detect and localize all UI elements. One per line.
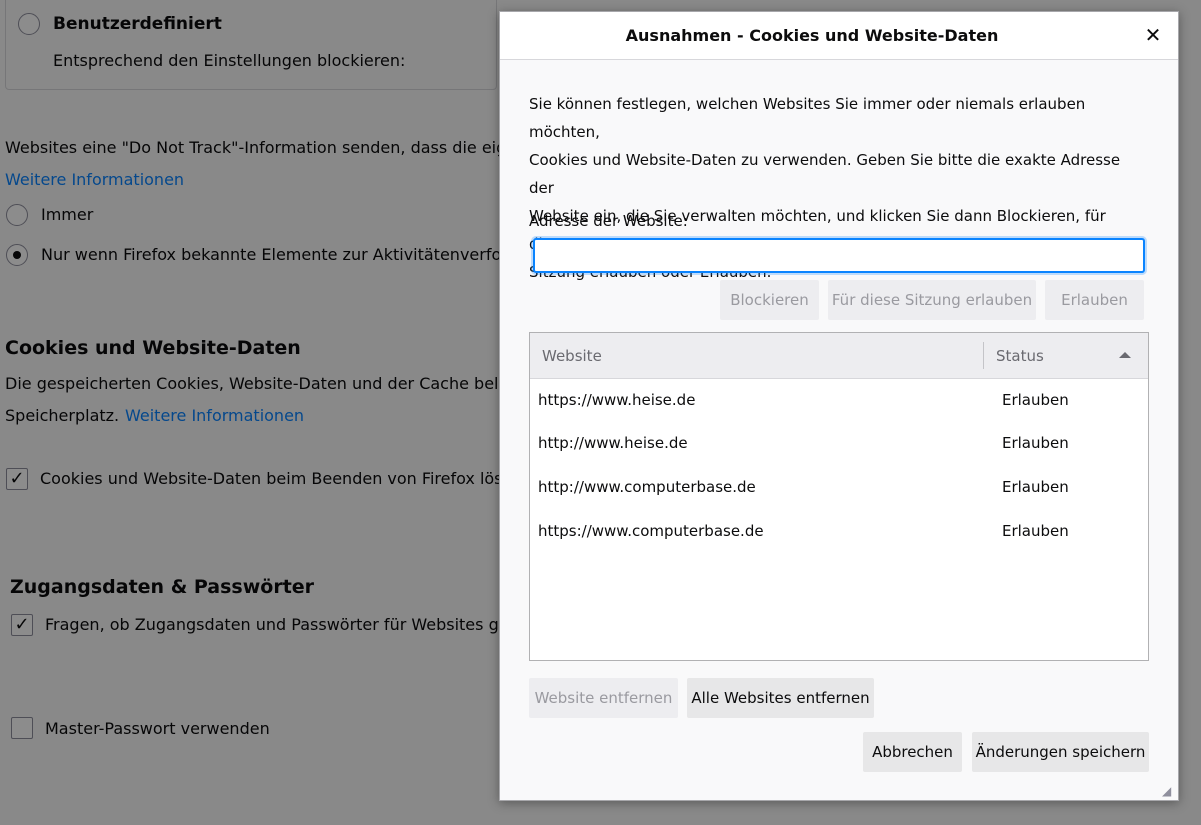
dialog-title: Ausnahmen - Cookies und Website-Daten: [625, 26, 999, 45]
cancel-button[interactable]: Abbrechen: [863, 732, 962, 772]
allow-session-button[interactable]: Für diese Sitzung erlauben: [828, 280, 1036, 320]
status-cell: Erlauben: [1002, 522, 1069, 540]
sort-ascending-icon: [1119, 352, 1131, 358]
website-address-input[interactable]: [533, 238, 1145, 273]
table-row[interactable]: http://www.computerbase.de Erlauben: [530, 466, 1148, 510]
address-label: Adresse der Website:: [529, 212, 688, 230]
resize-grip-icon[interactable]: ◢: [1162, 784, 1176, 798]
table-row[interactable]: https://www.heise.de Erlauben: [530, 379, 1148, 423]
remove-website-button[interactable]: Website entfernen: [529, 678, 678, 718]
column-header-status[interactable]: Status: [996, 347, 1044, 365]
table-row[interactable]: https://www.computerbase.de Erlauben: [530, 510, 1148, 554]
dialog-titlebar: Ausnahmen - Cookies und Website-Daten ✕: [500, 12, 1178, 60]
website-cell: https://www.heise.de: [538, 391, 696, 409]
save-changes-button[interactable]: Änderungen speichern: [972, 732, 1149, 772]
table-row[interactable]: http://www.heise.de Erlauben: [530, 422, 1148, 466]
website-cell: https://www.computerbase.de: [538, 522, 764, 540]
column-separator[interactable]: [983, 342, 984, 369]
column-header-website[interactable]: Website: [542, 347, 602, 365]
website-cell: http://www.computerbase.de: [538, 478, 756, 496]
status-cell: Erlauben: [1002, 478, 1069, 496]
close-icon[interactable]: ✕: [1140, 22, 1166, 48]
status-cell: Erlauben: [1002, 391, 1069, 409]
status-cell: Erlauben: [1002, 434, 1069, 452]
exceptions-table: Website Status https://www.heise.de Erla…: [529, 332, 1149, 661]
block-button[interactable]: Blockieren: [720, 280, 819, 320]
description-line: Sie können festlegen, welchen Websites S…: [529, 95, 1086, 141]
allow-button[interactable]: Erlauben: [1045, 280, 1144, 320]
website-cell: http://www.heise.de: [538, 434, 688, 452]
exceptions-dialog: Ausnahmen - Cookies und Website-Daten ✕ …: [499, 11, 1179, 801]
remove-all-websites-button[interactable]: Alle Websites entfernen: [687, 678, 874, 718]
table-header: Website Status: [530, 333, 1148, 379]
description-line: Cookies und Website-Daten zu verwenden. …: [529, 151, 1121, 197]
